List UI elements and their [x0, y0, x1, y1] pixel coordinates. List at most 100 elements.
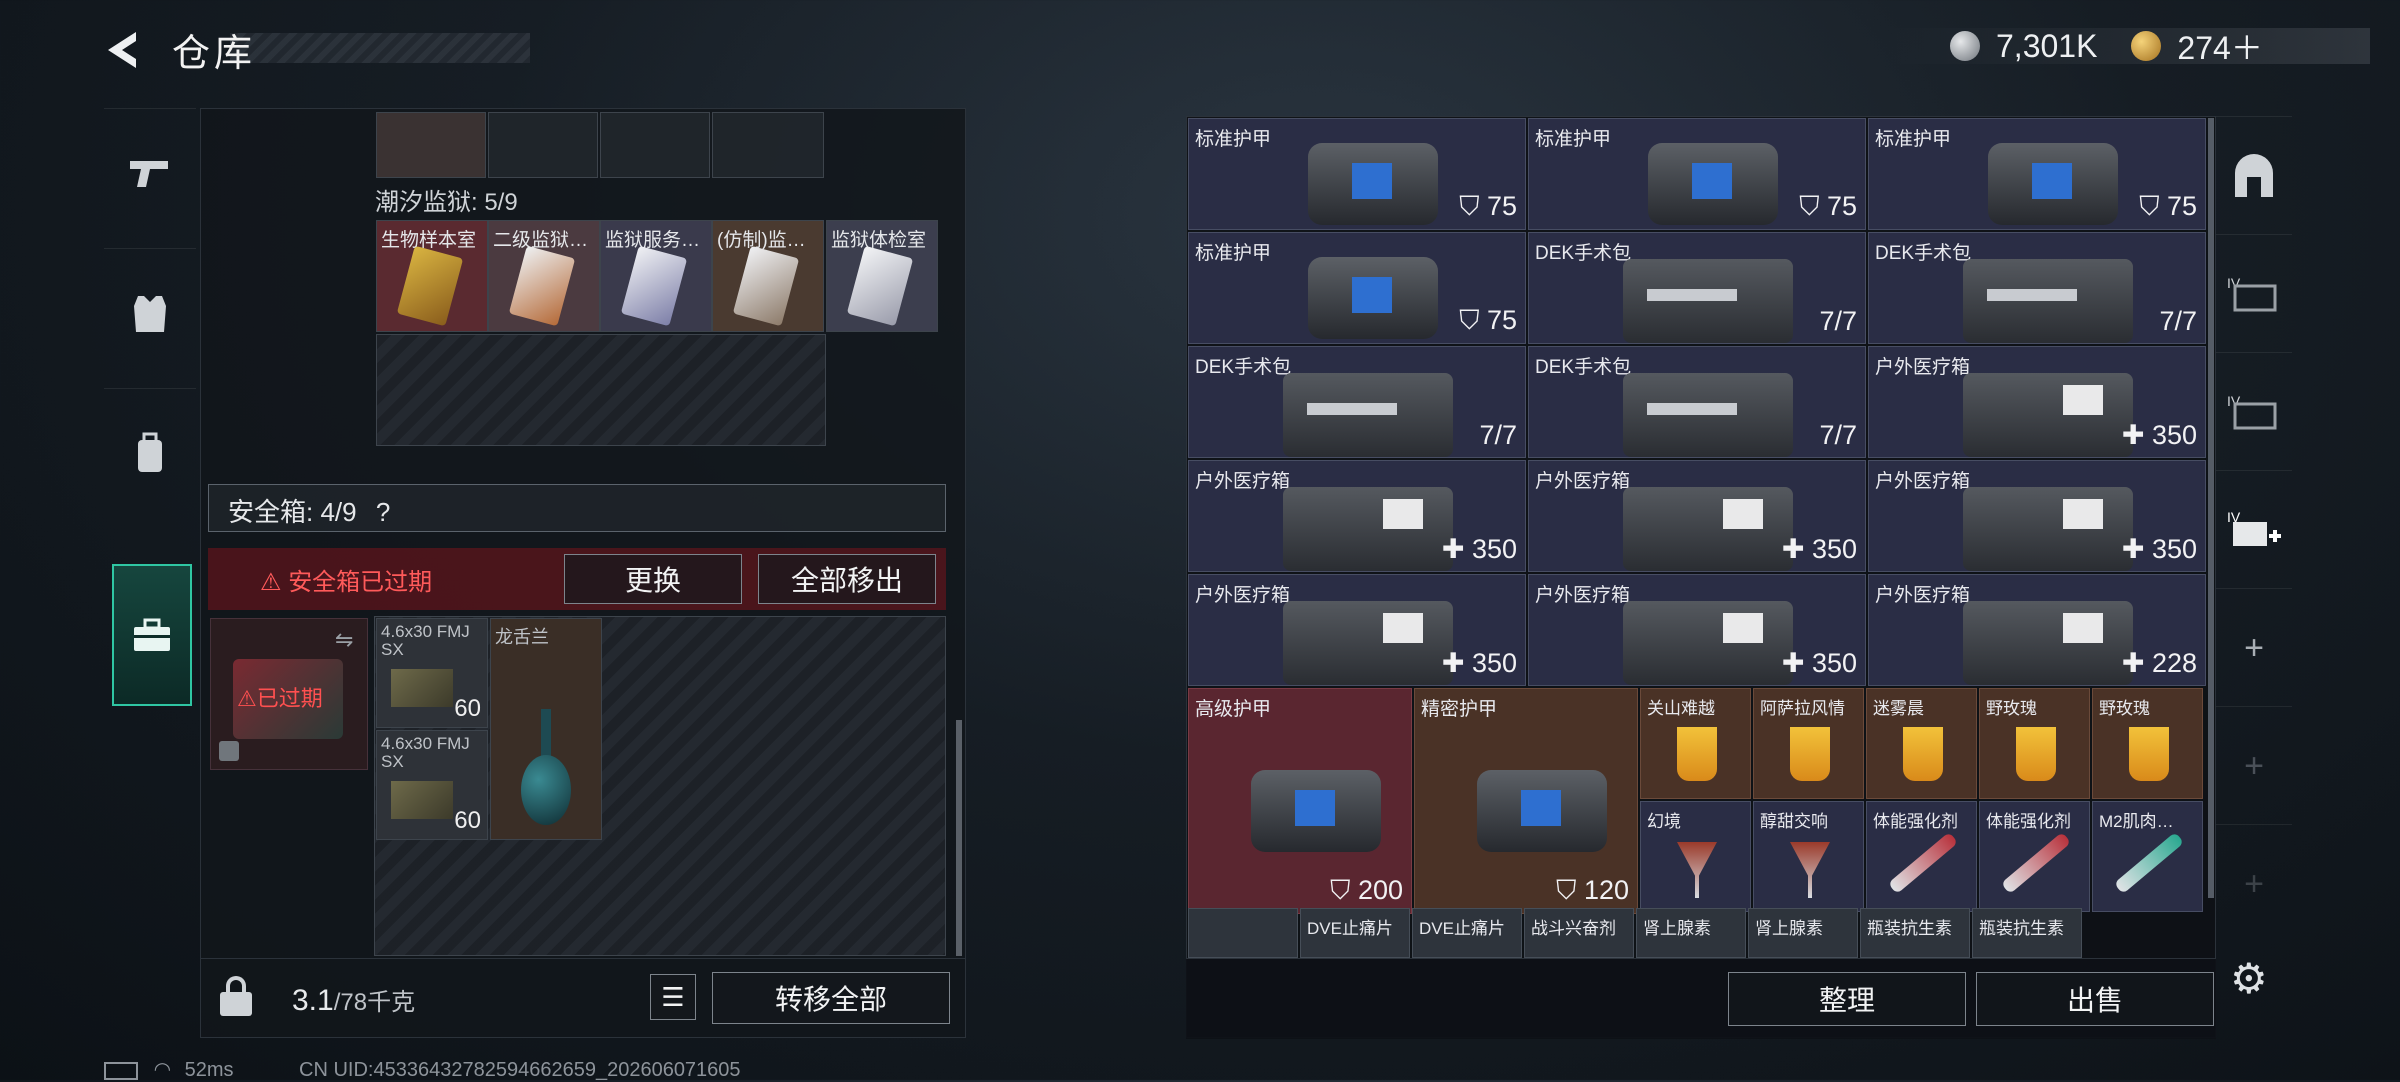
item-image: [1887, 831, 1959, 895]
keycard-label: (仿制)监…: [717, 230, 806, 251]
partial-item-4[interactable]: [712, 112, 824, 178]
warehouse-item[interactable]: 高级护甲 ⛉ 200: [1188, 688, 1412, 914]
partial-item-2[interactable]: [488, 112, 598, 178]
warehouse-item[interactable]: DEK手术包 7/7: [1528, 346, 1866, 458]
warehouse-scrollbar[interactable]: [2208, 118, 2214, 898]
warehouse-item[interactable]: 户外医疗箱 ✚ 350: [1868, 460, 2206, 572]
consumable-item[interactable]: M2肌肉…: [2092, 801, 2203, 912]
ammo-item-2[interactable]: 4.6x30 FMJ SX 60: [376, 730, 488, 840]
item-name: 迷雾晨: [1873, 699, 1924, 718]
keycard-image: [732, 245, 800, 327]
warehouse-item[interactable]: 户外医疗箱 ✚ 228: [1868, 574, 2206, 686]
nav-backpack[interactable]: [104, 388, 196, 519]
nav-storage-ext-1[interactable]: IV: [2216, 234, 2292, 353]
left-scrollbar[interactable]: [956, 720, 962, 956]
consumable-item[interactable]: 关山难越: [1640, 688, 1751, 799]
help-icon[interactable]: ?: [376, 497, 390, 527]
warehouse-item[interactable]: 肾上腺素: [1636, 908, 1746, 958]
ammo-item-1[interactable]: 4.6x30 FMJ SX 60: [376, 618, 488, 728]
nav-safebox[interactable]: [112, 564, 192, 706]
armor-shield-icon: ⛉: [1799, 191, 1827, 221]
add-storage-button-2[interactable]: +: [2216, 706, 2292, 825]
item-name: 阿萨拉风情: [1760, 699, 1845, 718]
partial-item-3[interactable]: [600, 112, 710, 178]
swap-icon[interactable]: ⇋: [335, 627, 353, 653]
plus-icon: +: [2244, 864, 2264, 903]
warehouse-item[interactable]: 标准护甲 ⛉ 75: [1868, 118, 2206, 230]
warehouse-item[interactable]: 战斗兴奋剂: [1524, 908, 1634, 958]
warehouse-item[interactable]: 户外医疗箱 ✚ 350: [1528, 574, 1866, 686]
weight-current: 3.1: [292, 984, 334, 1017]
sell-button[interactable]: 出售: [1976, 972, 2214, 1026]
warehouse-item[interactable]: 瓶装抗生素: [1860, 908, 1970, 958]
ping-value: 52ms: [184, 1059, 234, 1081]
settings-gear-icon[interactable]: ⚙: [2230, 954, 2268, 1003]
warehouse-item[interactable]: DVE止痛片: [1300, 908, 1410, 958]
tequila-item[interactable]: 龙舌兰: [490, 618, 602, 840]
item-value: 7/7: [1819, 420, 1857, 451]
heal-icon: ✚: [2121, 420, 2152, 450]
nav-armor[interactable]: [104, 248, 196, 379]
nav-weapons[interactable]: [104, 108, 196, 239]
consumable-item[interactable]: 体能强化剂: [1866, 801, 1977, 912]
item-name: 醇甜交响: [1760, 812, 1828, 831]
warehouse-bottom-row: DVE止痛片 DVE止痛片 战斗兴奋剂 肾上腺素 肾上腺素 瓶装抗生素 瓶装抗生素: [1188, 908, 2206, 958]
item-value-text: 350: [2151, 534, 2197, 564]
warehouse-item[interactable]: 标准护甲 ⛉ 75: [1528, 118, 1866, 230]
plus-icon: +: [2244, 628, 2264, 667]
move-all-out-button[interactable]: 全部移出: [758, 554, 936, 604]
item-name: 野玫瑰: [2099, 699, 2150, 718]
keycard-3[interactable]: 监狱服务…: [600, 220, 712, 332]
nav-storage-medical[interactable]: IV: [2216, 470, 2292, 589]
item-value: ⛉ 200: [1330, 875, 1403, 907]
item-value: ⛉ 75: [1799, 191, 1857, 223]
warehouse-items: 标准护甲 ⛉ 75 标准护甲 ⛉ 75 标准护甲 ⛉ 75 标准护甲 ⛉ 75 DEK手术包 7/…: [1188, 118, 2206, 958]
nav-storage-main[interactable]: [2216, 116, 2292, 235]
item-value: ⛉ 75: [1459, 305, 1517, 337]
partial-item-1[interactable]: [376, 112, 486, 178]
item-value-text: 7/7: [1479, 420, 1517, 450]
consumable-item[interactable]: 醇甜交响: [1753, 801, 1864, 912]
warehouse-item[interactable]: 户外医疗箱 ✚ 350: [1188, 574, 1526, 686]
consumable-item[interactable]: 阿萨拉风情: [1753, 688, 1864, 799]
keycard-2[interactable]: 二级监狱…: [488, 220, 600, 332]
nav-storage-ext-2[interactable]: IV: [2216, 352, 2292, 471]
replace-button[interactable]: 更换: [564, 554, 742, 604]
heal-icon: ✚: [1441, 534, 1472, 564]
warehouse-item[interactable]: 肾上腺素: [1748, 908, 1858, 958]
warehouse-item[interactable]: 户外医疗箱 ✚ 350: [1188, 460, 1526, 572]
add-storage-button-3[interactable]: +: [2216, 824, 2292, 943]
item-value-text: 200: [1357, 875, 1403, 905]
warehouse-item[interactable]: 精密护甲 ⛉ 120: [1414, 688, 1638, 914]
currency-2-value[interactable]: 274＋: [2177, 23, 2262, 69]
ammo-box-image: [391, 669, 453, 707]
keycard-4[interactable]: (仿制)监…: [712, 220, 824, 332]
keycard-1[interactable]: 生物样本室: [376, 220, 488, 332]
warehouse-item[interactable]: DEK手术包 7/7: [1188, 346, 1526, 458]
transfer-all-button[interactable]: 转移全部: [712, 972, 950, 1024]
sort-button[interactable]: 整理: [1728, 972, 1966, 1026]
consumable-item[interactable]: 体能强化剂: [1979, 801, 2090, 912]
safebox-item[interactable]: ⚠已过期 ⇋: [210, 618, 368, 770]
warehouse-item[interactable]: 户外医疗箱 ✚ 350: [1868, 346, 2206, 458]
consumable-item[interactable]: 迷雾晨: [1866, 688, 1977, 799]
back-arrow-icon[interactable]: [100, 26, 148, 74]
list-view-button[interactable]: ☰: [650, 974, 696, 1020]
item-image: [1308, 257, 1438, 339]
keycard-5[interactable]: 监狱体检室: [826, 220, 938, 332]
warehouse-item[interactable]: 标准护甲 ⛉ 75: [1188, 232, 1526, 344]
warehouse-item[interactable]: [1188, 908, 1298, 958]
warehouse-item[interactable]: DEK手术包 7/7: [1528, 232, 1866, 344]
keycard-image: [396, 245, 464, 327]
warehouse-item[interactable]: 瓶装抗生素: [1972, 908, 2082, 958]
consumable-item[interactable]: 野玫瑰: [2092, 688, 2203, 799]
warehouse-item[interactable]: DVE止痛片: [1412, 908, 1522, 958]
warehouse-item[interactable]: 户外医疗箱 ✚ 350: [1528, 460, 1866, 572]
item-image: [1648, 143, 1778, 225]
warehouse-item[interactable]: DEK手术包 7/7: [1868, 232, 2206, 344]
warehouse-item[interactable]: 标准护甲 ⛉ 75: [1188, 118, 1526, 230]
consumable-item[interactable]: 幻境: [1640, 801, 1751, 912]
item-name: DEK手术包: [1195, 357, 1292, 378]
add-storage-button-1[interactable]: +: [2216, 588, 2292, 707]
consumable-item[interactable]: 野玫瑰: [1979, 688, 2090, 799]
